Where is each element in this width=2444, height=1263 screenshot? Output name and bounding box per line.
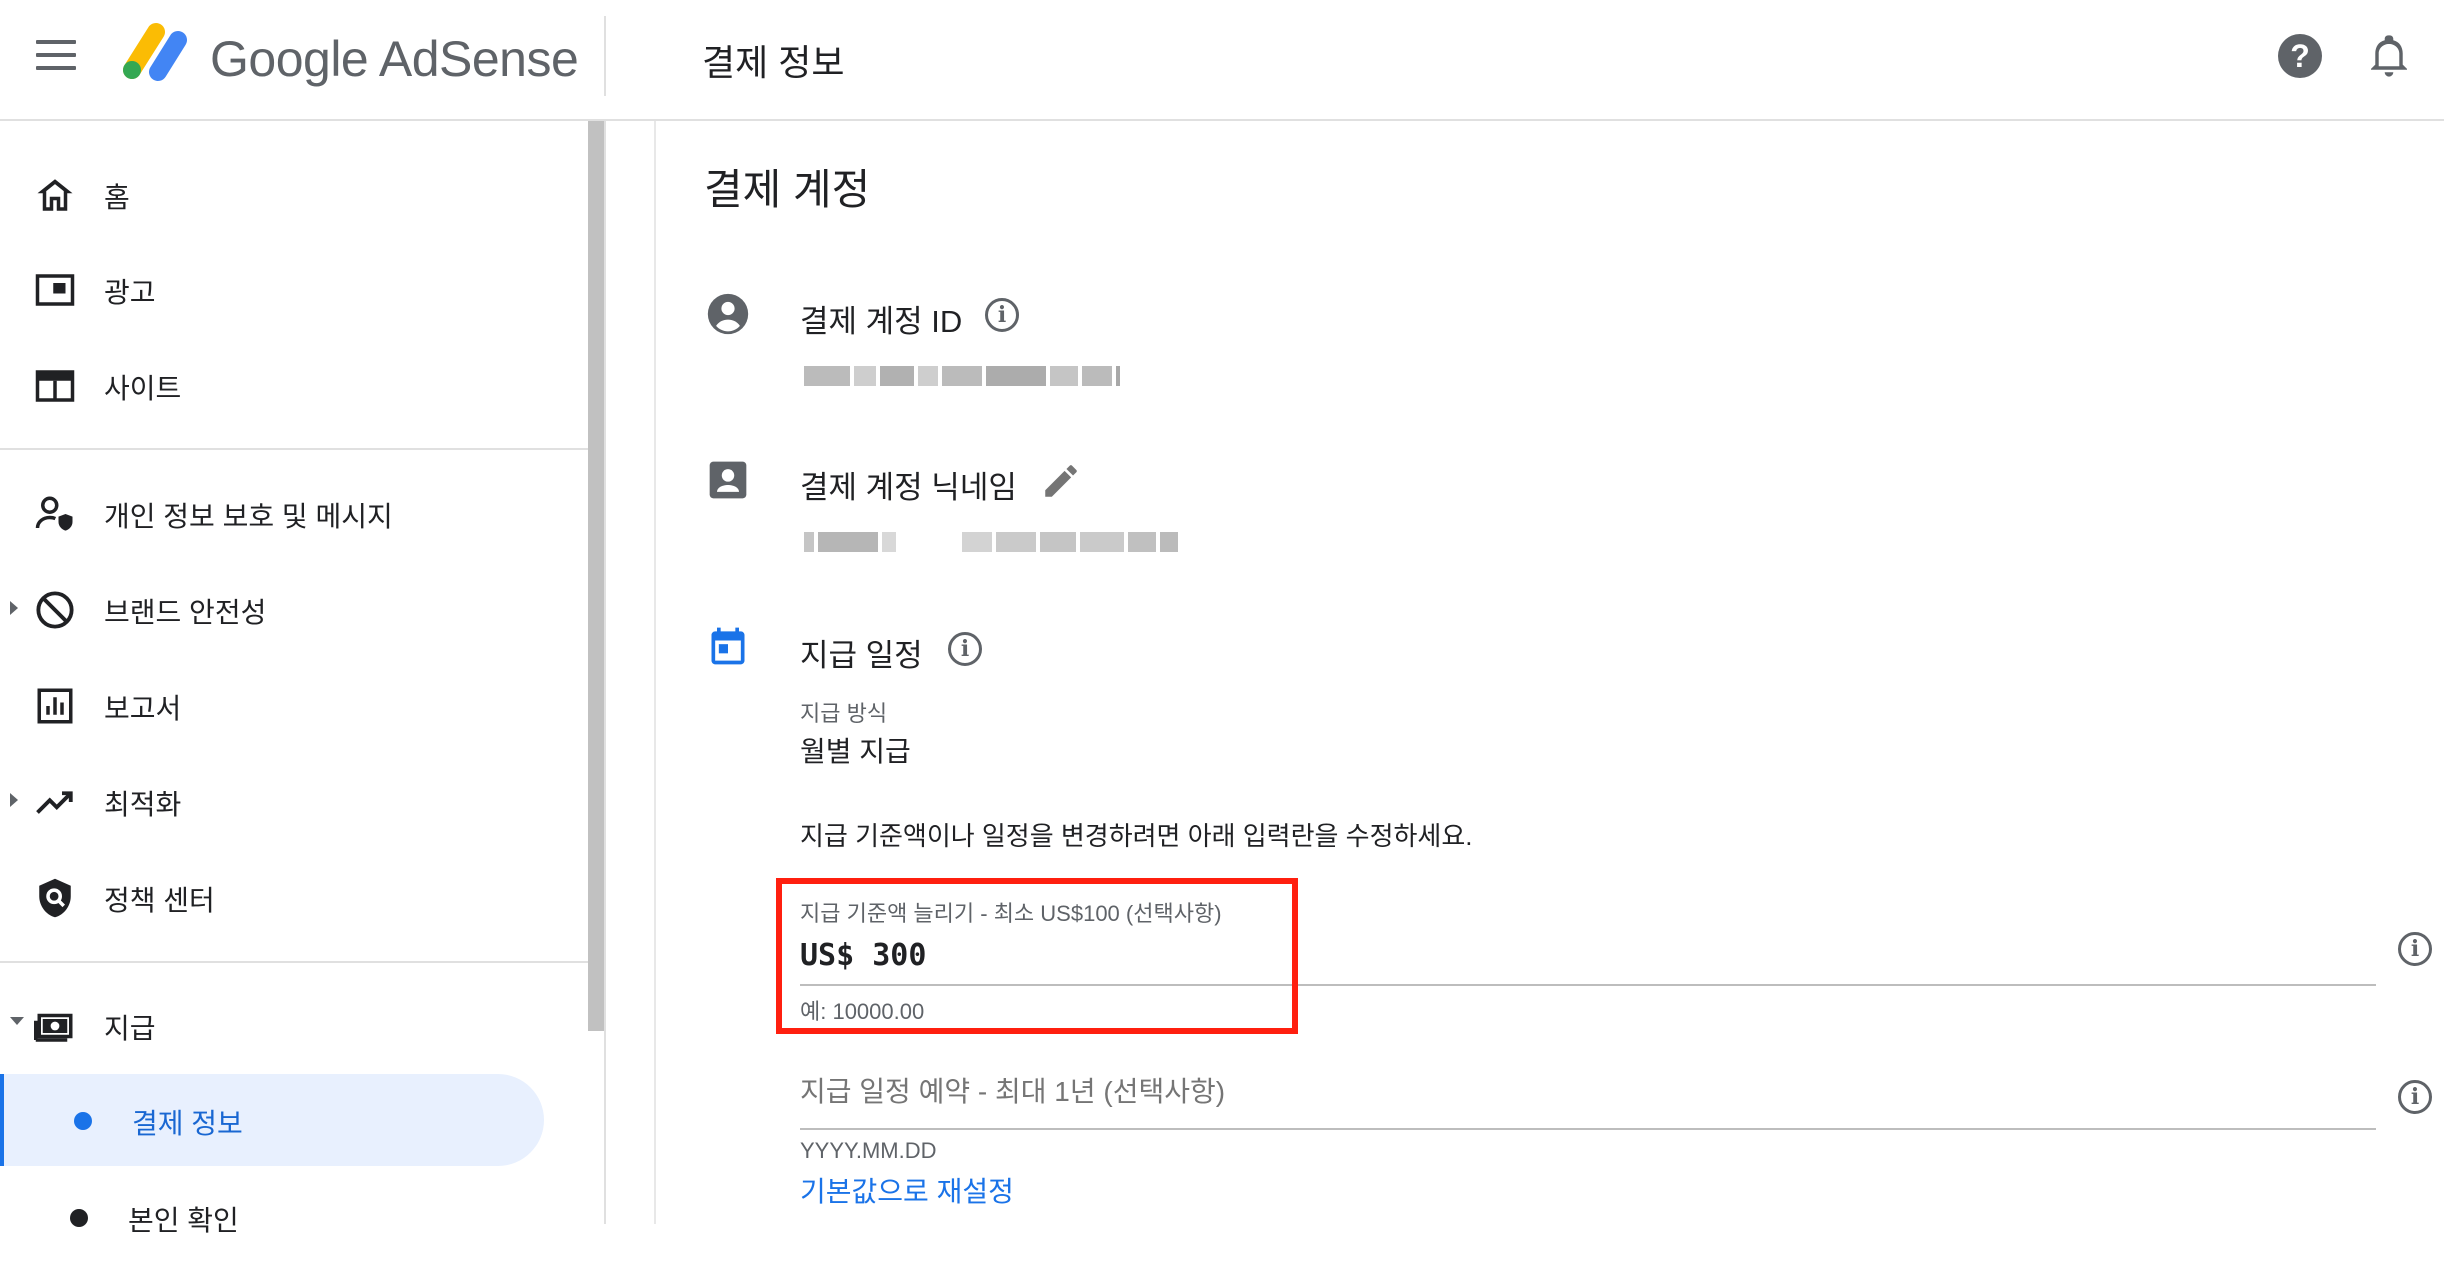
- block-icon: [36, 591, 74, 629]
- sidebar-divider: [0, 448, 588, 450]
- payment-method-label: 지급 방식: [800, 701, 888, 726]
- contact-card-icon: [709, 461, 747, 499]
- notifications-bell-icon[interactable]: [2368, 32, 2410, 80]
- sidebar-subitem-label: 본인 확인: [128, 1205, 239, 1236]
- sidebar-subitem-payment-info[interactable]: 결제 정보: [0, 1074, 544, 1166]
- payments-icon: [34, 1013, 73, 1042]
- info-icon[interactable]: i: [985, 298, 1019, 332]
- payment-method-value: 월별 지급: [800, 736, 911, 767]
- date-format-hint: YYYY.MM.DD: [800, 1138, 937, 1163]
- privacy-icon: [35, 496, 73, 531]
- highlight-box: [776, 878, 1298, 1034]
- sidebar-item-label: 홈: [104, 182, 130, 213]
- content-card-border: [654, 121, 656, 1224]
- billing-id-value-redacted: [804, 366, 1124, 392]
- sidebar-item-label: 보고서: [104, 693, 182, 724]
- brand-name: Google AdSense: [210, 31, 579, 87]
- trending-icon: [36, 791, 73, 814]
- bullet-dot-icon: [70, 1209, 88, 1227]
- home-icon: [37, 179, 73, 211]
- sidebar-border: [604, 121, 606, 1224]
- active-dot-icon: [74, 1112, 92, 1130]
- sidebar-item-label: 브랜드 안전성: [104, 597, 267, 628]
- reset-default-link[interactable]: 기본값으로 재설정: [800, 1170, 1014, 1210]
- sidebar-item-label: 정책 센터: [104, 885, 215, 916]
- help-icon[interactable]: ?: [2278, 34, 2322, 78]
- sidebar-item-label: 지급: [104, 1013, 156, 1044]
- menu-icon[interactable]: [36, 40, 76, 76]
- sidebar-item-home[interactable]: 홈: [0, 154, 580, 234]
- collapse-caret-icon[interactable]: [10, 1017, 24, 1025]
- sidebar-item-label: 광고: [104, 277, 156, 308]
- sidebar-subitem-verification[interactable]: 본인 확인: [0, 1171, 540, 1263]
- sidebar-item-privacy[interactable]: 개인 정보 보호 및 메시지: [0, 473, 580, 553]
- info-icon[interactable]: i: [948, 632, 982, 666]
- sidebar-divider: [0, 961, 588, 963]
- nickname-value-redacted: [804, 532, 1182, 558]
- reports-icon: [37, 688, 73, 724]
- billing-id-title: 결제 계정 ID: [800, 304, 963, 339]
- expand-caret-icon[interactable]: [10, 793, 18, 807]
- sidebar-scrollbar[interactable]: [588, 121, 604, 1031]
- payment-date-field: YYYY.MM.DD: [800, 1076, 2376, 1166]
- nickname-title: 결제 계정 닉네임: [800, 470, 1017, 505]
- account-circle-icon: [707, 293, 749, 335]
- sites-icon: [35, 370, 75, 402]
- sidebar-item-optimization[interactable]: 최적화: [0, 761, 580, 841]
- header-divider: [604, 16, 606, 96]
- date-underline: [800, 1128, 2376, 1130]
- ads-icon: [35, 274, 75, 306]
- info-icon[interactable]: i: [2398, 1080, 2432, 1114]
- sidebar-item-reports[interactable]: 보고서: [0, 665, 580, 745]
- edit-pencil-icon[interactable]: [1040, 460, 1082, 502]
- expand-caret-icon[interactable]: [10, 601, 18, 615]
- info-icon[interactable]: i: [2398, 932, 2432, 966]
- sidebar-item-brand-safety[interactable]: 브랜드 안전성: [0, 569, 580, 649]
- top-app-bar: Google AdSense 결제 정보 ?: [0, 0, 2444, 121]
- sidebar-item-payments[interactable]: 지급: [0, 985, 580, 1065]
- schedule-instruction: 지급 기준액이나 일정을 변경하려면 아래 입력란을 수정하세요.: [800, 821, 1473, 851]
- sidebar-item-label: 사이트: [104, 373, 182, 404]
- adsense-logo-icon: [123, 23, 187, 81]
- sidebar-item-label: 최적화: [104, 789, 182, 820]
- sidebar-item-ads[interactable]: 광고: [0, 249, 580, 329]
- sidebar-item-sites[interactable]: 사이트: [0, 345, 580, 425]
- page-title: 결제 정보: [702, 42, 845, 83]
- policy-shield-icon: [39, 878, 71, 918]
- sidebar-item-label: 개인 정보 보호 및 메시지: [104, 501, 393, 532]
- sidebar-subitem-label: 결제 정보: [132, 1108, 243, 1139]
- sidebar-nav: 홈 광고 사이트 개인 정보 보호 및 메시지 브랜드 안전성 보고서 최적화 …: [0, 121, 604, 1236]
- schedule-title: 지급 일정: [800, 638, 923, 673]
- section-title: 결제 계정: [704, 166, 871, 213]
- schedule-date-input[interactable]: [800, 1076, 2200, 1108]
- sidebar-item-policy-center[interactable]: 정책 센터: [0, 857, 580, 937]
- calendar-icon: [711, 627, 745, 665]
